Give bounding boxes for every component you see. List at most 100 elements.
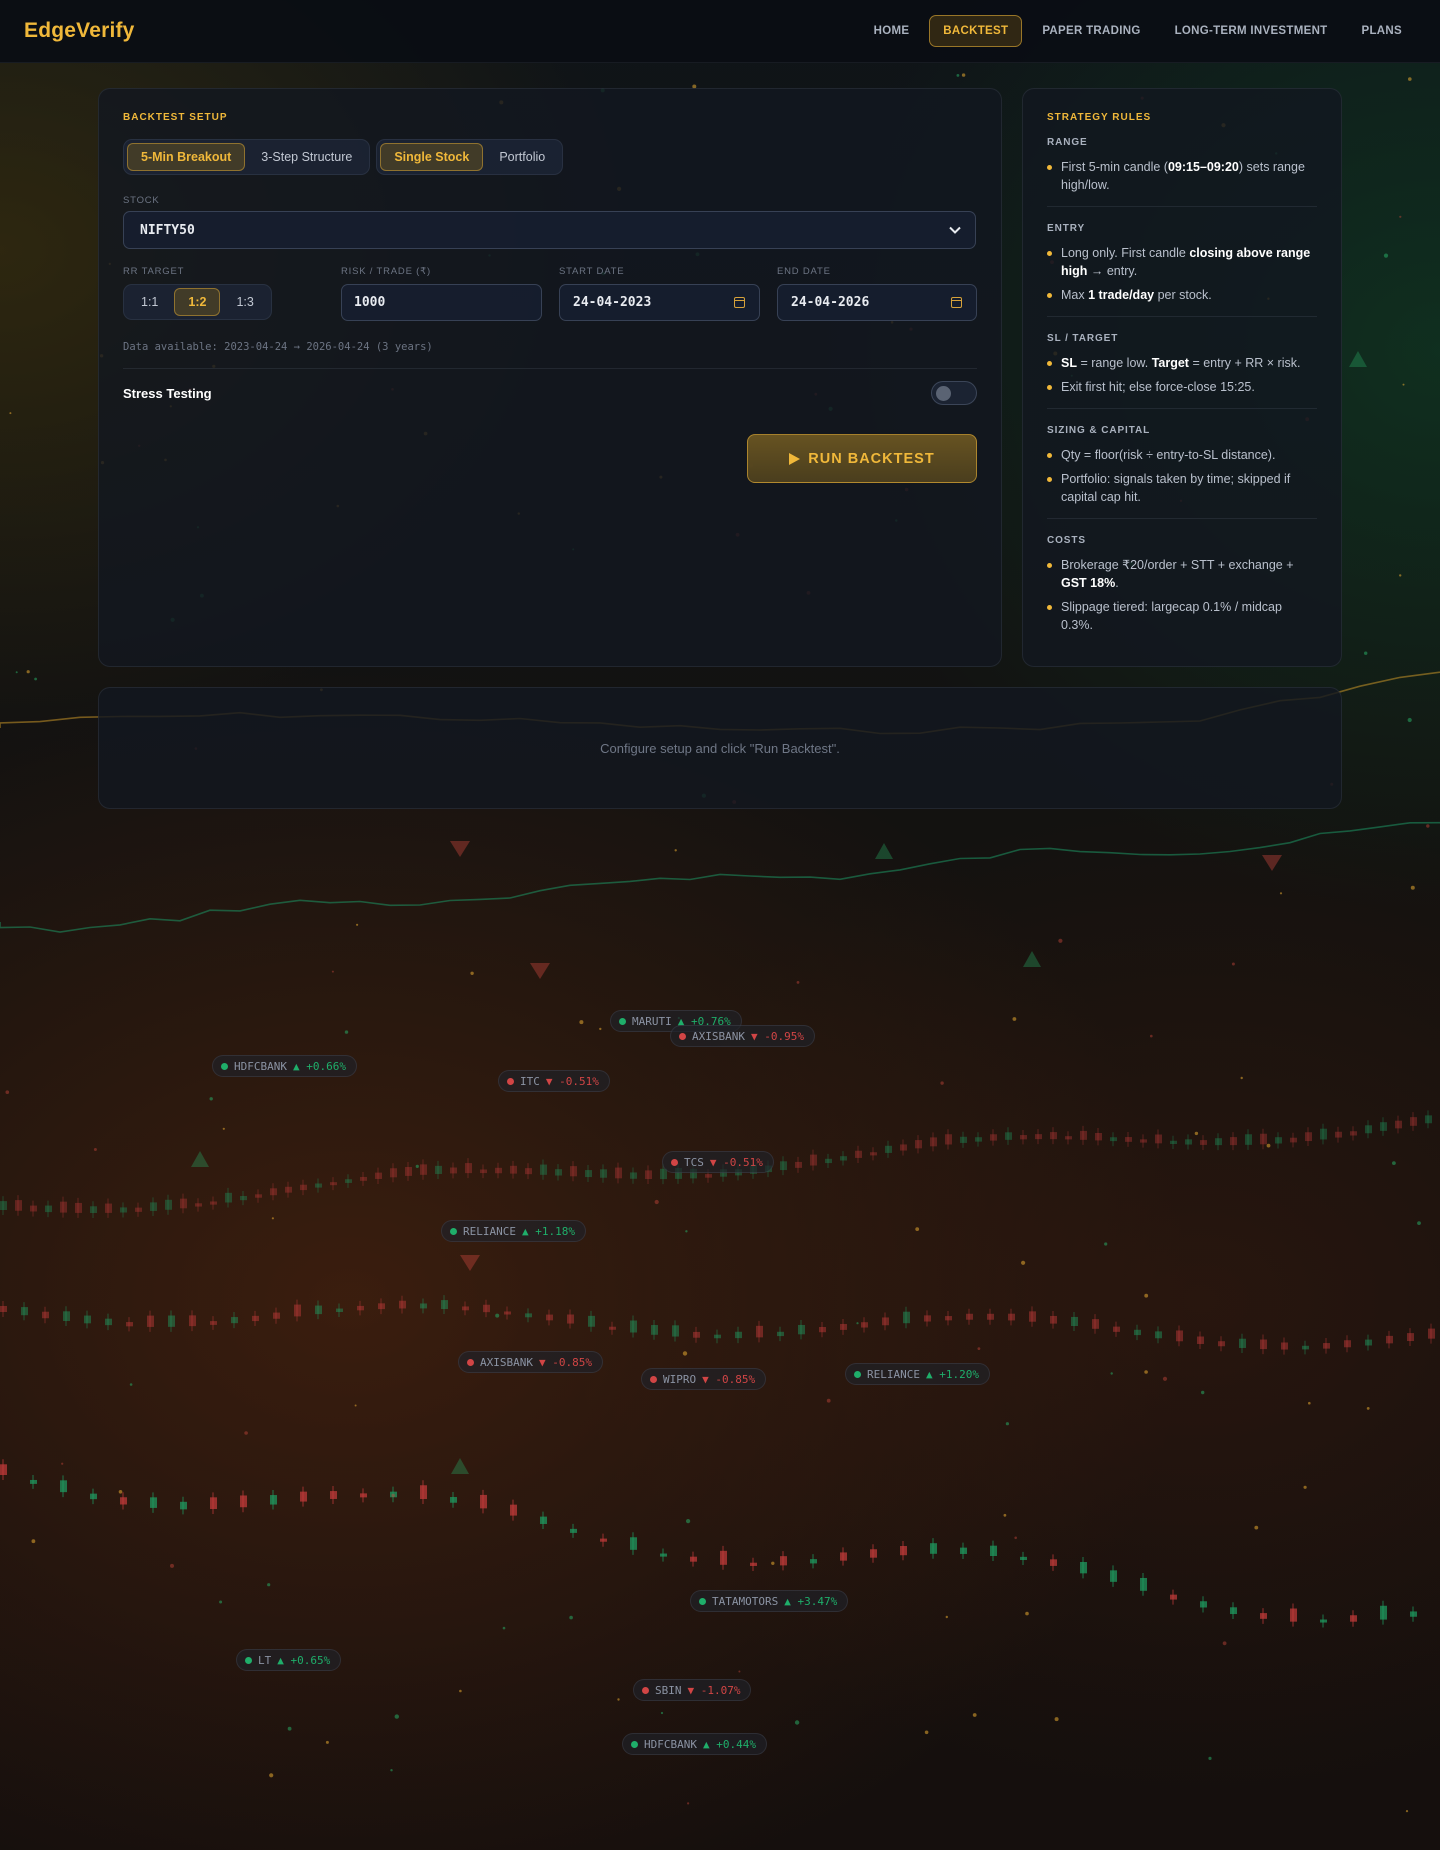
rules-body: RANGE First 5-min candle (09:15–09:20) se…	[1047, 137, 1317, 634]
calendar-icon[interactable]	[734, 297, 745, 308]
rules-section-heading: ENTRY	[1047, 223, 1086, 234]
nav-backtest-link[interactable]: BACKTEST	[929, 15, 1023, 47]
mode-single-stock-tab[interactable]: Single Stock	[380, 143, 484, 171]
background-candle	[150, 1497, 157, 1508]
ticker-change: ▲ +1.18%	[521, 1224, 575, 1238]
background-particle	[826, 1398, 831, 1403]
ticker-dot-icon	[245, 1656, 252, 1664]
strategy-5min-breakout-tab[interactable]: 5-Min Breakout	[127, 143, 246, 171]
background-candle	[21, 1307, 28, 1316]
ticker-symbol: RELIANCE	[867, 1367, 920, 1381]
background-candle	[510, 1165, 517, 1174]
background-candle	[609, 1326, 616, 1330]
ticker-change: ▲ +0.44%	[702, 1737, 756, 1751]
background-candle	[651, 1325, 658, 1335]
background-candle	[135, 1207, 142, 1212]
background-candle	[714, 1334, 721, 1339]
background-candle	[1215, 1138, 1222, 1146]
background-candle	[1155, 1331, 1162, 1339]
ticker-symbol: RELIANCE	[463, 1224, 516, 1238]
background-candle	[180, 1198, 187, 1209]
background-candle	[1020, 1135, 1027, 1140]
start-date-label: START DATE	[559, 266, 625, 277]
background-candle	[630, 1320, 637, 1333]
background-particle	[1144, 1370, 1148, 1374]
rr-1-2-option[interactable]: 1:2	[174, 288, 221, 316]
nav-plans-link[interactable]: PLANS	[1348, 15, 1416, 47]
background-particle	[1150, 1034, 1153, 1038]
background-candle	[825, 1158, 832, 1164]
ticker-symbol: ITC	[520, 1074, 540, 1088]
stress-testing-label: Stress Testing	[123, 386, 212, 401]
background-ticker-chip: AXISBANK ▼ -0.85%	[458, 1351, 603, 1373]
run-backtest-button[interactable]: RUN BACKTEST	[747, 434, 977, 483]
background-candle	[1380, 1122, 1387, 1131]
rr-1-1-option[interactable]: 1:1	[127, 288, 172, 316]
background-candle	[1305, 1132, 1312, 1142]
mode-portfolio-tab[interactable]: Portfolio	[485, 143, 559, 171]
risk-per-trade-label: RISK / TRADE (₹)	[341, 266, 431, 277]
start-date-input[interactable]: 24-04-2023	[559, 284, 760, 321]
background-particle	[390, 1769, 393, 1772]
rule-item: Long only. First candle closing above ra…	[1047, 244, 1317, 280]
background-candle	[570, 1166, 577, 1177]
background-candle	[120, 1207, 127, 1213]
background-particle	[325, 1740, 329, 1744]
background-candle	[855, 1150, 862, 1158]
background-candle	[1260, 1613, 1267, 1619]
background-particle	[796, 981, 800, 984]
chevron-down-icon	[949, 226, 961, 234]
background-candle	[375, 1172, 382, 1179]
background-candle	[60, 1201, 67, 1213]
background-candle	[240, 1495, 247, 1508]
background-ticker-chip: TCS ▼ -0.51%	[662, 1151, 774, 1173]
background-candle	[294, 1304, 301, 1317]
rule-item: Exit first hit; else force-close 15:25.	[1047, 378, 1317, 396]
background-candle	[615, 1167, 622, 1179]
background-candle	[777, 1331, 784, 1337]
nav-home-link[interactable]: HOME	[860, 15, 924, 47]
background-particle	[502, 1626, 506, 1630]
background-up-triangle	[191, 1151, 209, 1167]
toggle-knob	[936, 386, 951, 401]
ticker-change: ▼ -0.51%	[545, 1074, 599, 1088]
app-logo[interactable]: EdgeVerify	[24, 19, 135, 43]
stock-select[interactable]: NIFTY50	[123, 211, 976, 249]
nav-long-term-investment-link[interactable]: LONG-TERM INVESTMENT	[1161, 15, 1342, 47]
background-particle	[495, 1313, 500, 1318]
background-ticker-chip: SBIN ▼ -1.07%	[633, 1679, 752, 1701]
rr-1-3-option[interactable]: 1:3	[222, 288, 267, 316]
background-candle	[1350, 1131, 1357, 1136]
nav-links: HOME BACKTEST PAPER TRADING LONG-TERM IN…	[860, 15, 1416, 47]
background-particle	[1231, 962, 1235, 966]
stress-testing-toggle[interactable]	[931, 381, 977, 405]
rule-item: Max 1 trade/day per stock.	[1047, 286, 1317, 304]
background-candle	[750, 1562, 757, 1566]
calendar-icon[interactable]	[951, 297, 962, 308]
background-candle	[1155, 1134, 1162, 1144]
background-up-triangle	[451, 1458, 469, 1474]
background-candle	[540, 1164, 547, 1175]
background-particle	[654, 1199, 659, 1205]
rule-emphasis: SL	[1061, 356, 1077, 370]
background-candle	[1113, 1326, 1120, 1332]
background-candle	[756, 1325, 763, 1338]
background-particle	[61, 1462, 64, 1465]
risk-per-trade-input[interactable]: 1000	[341, 284, 542, 321]
strategy-3step-structure-tab[interactable]: 3-Step Structure	[247, 143, 366, 171]
nav-paper-trading-link[interactable]: PAPER TRADING	[1028, 15, 1154, 47]
background-candle	[555, 1169, 562, 1176]
background-particle	[1222, 1641, 1227, 1646]
rules-section-heading: SIZING & CAPITAL	[1047, 425, 1151, 436]
start-date-value: 24-04-2023	[573, 295, 652, 310]
ticker-symbol: AXISBANK	[692, 1029, 745, 1043]
risk-per-trade-value: 1000	[354, 295, 386, 310]
background-trend-line	[0, 821, 1440, 933]
ticker-symbol: HDFCBANK	[234, 1059, 287, 1073]
background-candle	[546, 1314, 553, 1321]
background-candle	[1170, 1594, 1177, 1600]
background-particle	[1110, 1372, 1113, 1375]
background-down-triangle	[1262, 855, 1282, 871]
end-date-input[interactable]: 24-04-2026	[777, 284, 977, 321]
background-particle	[1392, 1161, 1396, 1165]
